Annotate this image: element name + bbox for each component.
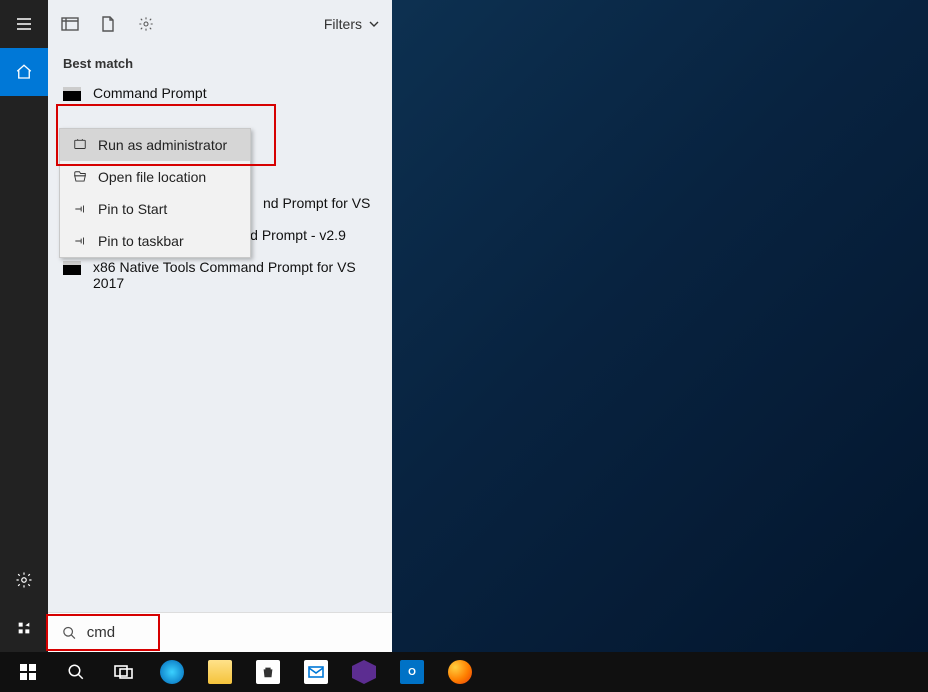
search-box[interactable]: [48, 612, 392, 652]
gear-icon[interactable]: [136, 14, 156, 34]
group-label: Best match: [48, 48, 392, 77]
panel-toolbar: Filters: [48, 0, 392, 48]
task-view-button[interactable]: [100, 652, 148, 692]
result-label: Command Prompt: [93, 85, 207, 101]
settings-button[interactable]: [0, 556, 48, 604]
search-panel: Filters Best match Command Prompt nd Pro…: [48, 0, 392, 652]
pin-icon: [72, 201, 88, 217]
result-label: nd Prompt for VS: [263, 195, 370, 211]
apps-icon[interactable]: [60, 14, 80, 34]
ctx-label: Pin to Start: [98, 201, 167, 217]
taskbar-app-explorer[interactable]: [196, 652, 244, 692]
start-rail: [0, 0, 48, 652]
ctx-open-location[interactable]: Open file location: [60, 161, 250, 193]
result-x86-vs-prompt[interactable]: x86 Native Tools Command Prompt for VS 2…: [48, 251, 392, 299]
context-menu: Run as administrator Open file location …: [59, 128, 251, 258]
hamburger-button[interactable]: [0, 0, 48, 48]
pin-icon: [72, 233, 88, 249]
result-command-prompt[interactable]: Command Prompt: [48, 77, 392, 109]
taskbar-app-outlook[interactable]: O: [388, 652, 436, 692]
ctx-label: Pin to taskbar: [98, 233, 184, 249]
ctx-pin-start[interactable]: Pin to Start: [60, 193, 250, 225]
filters-label: Filters: [324, 16, 362, 32]
ctx-pin-taskbar[interactable]: Pin to taskbar: [60, 225, 250, 257]
taskbar-app-firefox[interactable]: [436, 652, 484, 692]
taskbar-app-store[interactable]: [244, 652, 292, 692]
taskbar: O: [0, 652, 928, 692]
start-button[interactable]: [4, 652, 52, 692]
document-icon[interactable]: [98, 14, 118, 34]
cmd-icon: [63, 261, 81, 275]
cmd-icon: [63, 87, 81, 101]
result-label: x86 Native Tools Command Prompt for VS 2…: [93, 259, 363, 291]
taskbar-search-button[interactable]: [52, 652, 100, 692]
filters-dropdown[interactable]: Filters: [324, 16, 380, 32]
power-button[interactable]: [0, 604, 48, 652]
ctx-label: Open file location: [98, 169, 206, 185]
folder-icon: [72, 169, 88, 185]
taskbar-app-vs[interactable]: [340, 652, 388, 692]
search-input[interactable]: [87, 624, 378, 641]
shield-icon: [72, 137, 88, 153]
chevron-down-icon: [368, 18, 380, 30]
search-icon: [62, 625, 77, 641]
taskbar-app-edge[interactable]: [148, 652, 196, 692]
ctx-label: Run as administrator: [98, 137, 227, 153]
home-button[interactable]: [0, 48, 48, 96]
taskbar-app-mail[interactable]: [292, 652, 340, 692]
ctx-run-as-admin[interactable]: Run as administrator: [60, 129, 250, 161]
